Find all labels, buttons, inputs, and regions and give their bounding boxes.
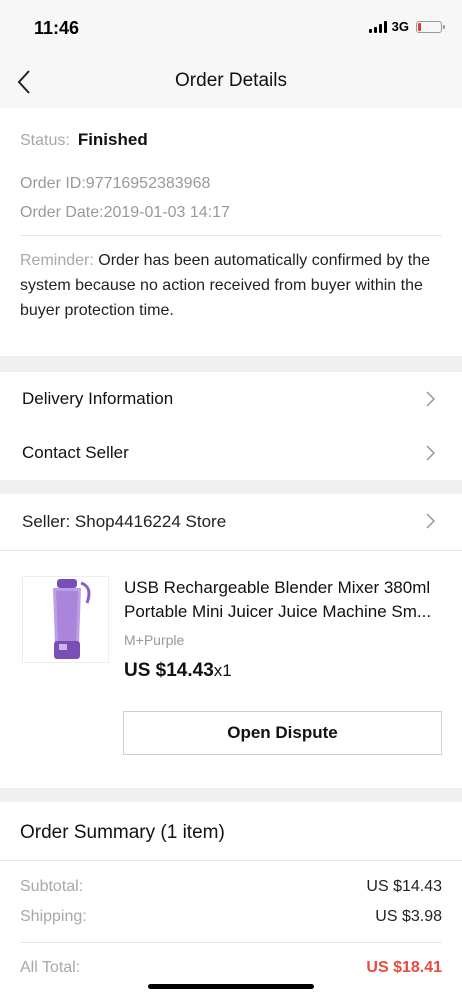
nav-bar: Order Details xyxy=(0,56,462,108)
price-value: US $14.43 xyxy=(124,660,214,681)
product-variant: M+Purple xyxy=(124,632,185,648)
open-dispute-button[interactable]: Open Dispute xyxy=(123,711,442,755)
status-label: Status: xyxy=(20,132,70,149)
chevron-right-icon xyxy=(426,445,436,461)
product-price: US $14.43x1 xyxy=(124,660,232,682)
total-row: All Total: US $18.41 xyxy=(20,959,442,977)
total-value: US $18.41 xyxy=(366,959,442,976)
status-row: Status: Finished xyxy=(20,130,148,150)
subtotal-label: Subtotal: xyxy=(20,878,84,895)
divider xyxy=(0,860,462,861)
product-card: Seller: Shop4416224 Store USB Rechargeab… xyxy=(0,494,462,788)
product-title[interactable]: USB Rechargeable Blender Mixer 380ml Por… xyxy=(124,576,446,624)
reminder-label: Reminder: xyxy=(20,252,94,269)
order-status-card: Status: Finished Order ID:97716952383968 … xyxy=(0,108,462,356)
home-indicator[interactable] xyxy=(148,984,314,989)
divider xyxy=(0,550,462,551)
total-label: All Total: xyxy=(20,959,81,976)
delivery-information-label: Delivery Information xyxy=(22,389,174,408)
reminder-text: Reminder: Order has been automatically c… xyxy=(20,248,438,323)
delivery-information-row[interactable]: Delivery Information xyxy=(0,372,462,426)
seller-row[interactable]: Seller: Shop4416224 Store xyxy=(0,494,462,550)
shipping-value: US $3.98 xyxy=(375,908,442,925)
order-id: Order ID:97716952383968 xyxy=(20,175,211,192)
chevron-right-icon xyxy=(426,391,436,407)
status-bar: 11:46 3G xyxy=(0,0,462,56)
signal-icon xyxy=(368,20,387,33)
order-date: Order Date:2019-01-03 14:17 xyxy=(20,204,230,221)
shipping-label: Shipping: xyxy=(20,908,87,925)
seller-name: Seller: Shop4416224 Store xyxy=(22,512,227,531)
subtotal-row: Subtotal: US $14.43 xyxy=(20,878,442,896)
product-thumbnail[interactable] xyxy=(22,576,109,663)
links-card: Delivery Information Contact Seller xyxy=(0,372,462,480)
subtotal-value: US $14.43 xyxy=(366,878,442,895)
divider xyxy=(20,942,442,943)
contact-seller-label: Contact Seller xyxy=(22,443,129,462)
chevron-right-icon xyxy=(426,513,436,529)
shipping-row: Shipping: US $3.98 xyxy=(20,908,442,926)
order-summary-card: Order Summary (1 item) Subtotal: US $14.… xyxy=(0,802,462,1000)
order-summary-title: Order Summary (1 item) xyxy=(20,822,225,843)
battery-icon xyxy=(416,20,445,33)
status-indicators: 3G xyxy=(368,19,445,34)
divider xyxy=(20,235,442,236)
contact-seller-row[interactable]: Contact Seller xyxy=(0,426,462,480)
status-time: 11:46 xyxy=(34,18,80,38)
status-value: Finished xyxy=(77,130,148,149)
page-title: Order Details xyxy=(175,70,287,91)
blender-bottle-image xyxy=(53,579,91,659)
quantity: x1 xyxy=(213,661,232,680)
network-type: 3G xyxy=(391,19,409,34)
